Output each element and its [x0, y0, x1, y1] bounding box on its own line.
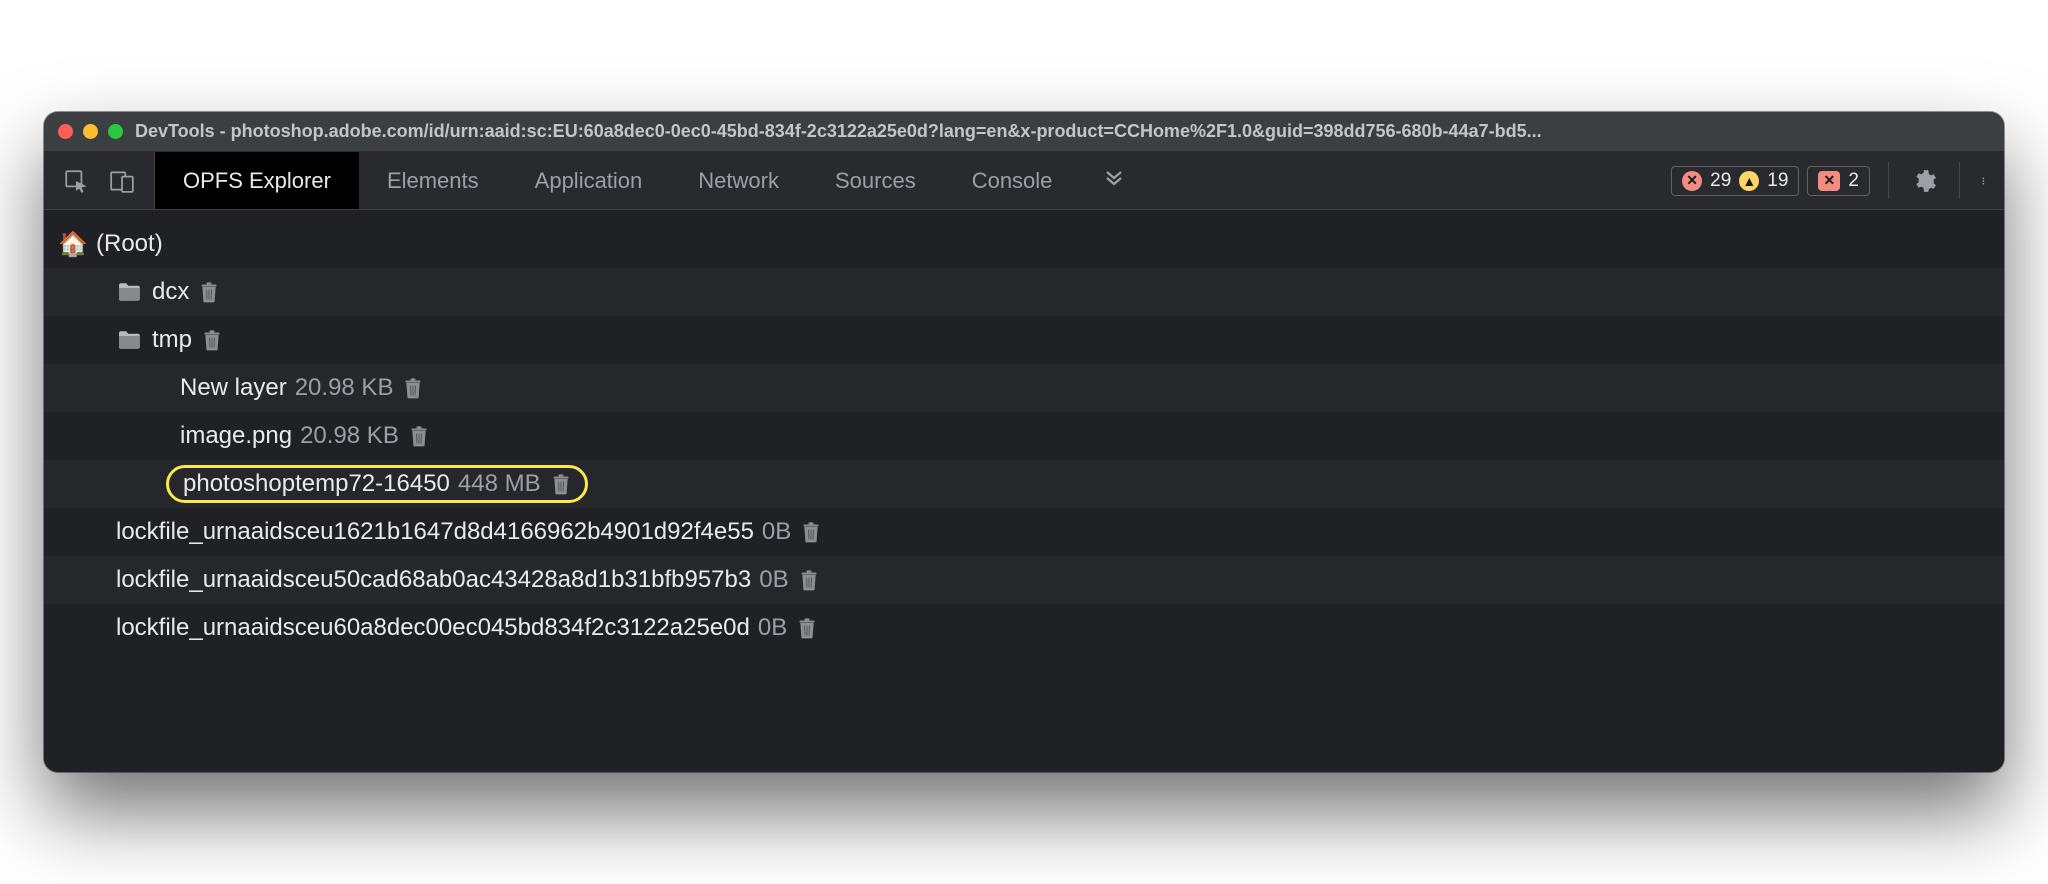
tab-elements[interactable]: Elements	[359, 152, 507, 209]
minimize-window-button[interactable]	[83, 124, 98, 139]
delete-button[interactable]	[199, 281, 219, 303]
window-controls	[58, 124, 123, 139]
tree-item-size: 0B	[758, 614, 787, 642]
delete-button[interactable]	[403, 377, 423, 399]
device-toolbar-icon[interactable]	[108, 167, 136, 195]
status-indicators: ✕ 29 ▲ 19 ✕ 2	[1661, 152, 1880, 209]
tab-label: Elements	[387, 168, 479, 194]
tab-application[interactable]: Application	[507, 152, 671, 209]
tree-item-name: New layer	[180, 374, 287, 402]
tab-network[interactable]: Network	[670, 152, 807, 209]
devtools-toolbar: OPFS Explorer Elements Application Netwo…	[44, 152, 2004, 210]
highlighted-item: photoshoptemp72-16450 448 MB	[166, 465, 588, 503]
tree-item-size: 20.98 KB	[295, 374, 394, 402]
tab-sources[interactable]: Sources	[807, 152, 944, 209]
opfs-tree: 🏠 (Root) dcxtmpNew layer20.98 KBimage.pn…	[44, 210, 2004, 772]
settings-button[interactable]	[1897, 152, 1951, 209]
errors-warnings-pill[interactable]: ✕ 29 ▲ 19	[1671, 166, 1799, 196]
tree-item-size: 0B	[762, 518, 791, 546]
tab-label: OPFS Explorer	[183, 168, 331, 194]
issues-icon: ✕	[1818, 171, 1840, 191]
tree-row[interactable]: New layer 20.98 KB	[44, 364, 2004, 412]
titlebar: DevTools - photoshop.adobe.com/id/urn:aa…	[44, 112, 2004, 152]
delete-button[interactable]	[799, 569, 819, 591]
tree-item-size: 0B	[759, 566, 788, 594]
more-options-button[interactable]	[1968, 152, 2004, 209]
delete-button[interactable]	[202, 329, 222, 351]
tree-item-name: dcx	[152, 278, 189, 306]
issues-count: 2	[1848, 170, 1859, 192]
tree-item-size: 448 MB	[458, 470, 541, 498]
tab-label: Application	[535, 168, 643, 194]
tree-item-name: lockfile_urnaaidsceu1621b1647d8d4166962b…	[116, 518, 754, 546]
delete-button[interactable]	[797, 617, 817, 639]
tree-item-name: photoshoptemp72-16450	[183, 470, 450, 498]
toolbar-divider	[1959, 162, 1960, 199]
warning-icon: ▲	[1739, 171, 1759, 191]
error-icon: ✕	[1682, 171, 1702, 191]
toolbar-divider	[1888, 162, 1889, 199]
tree-root[interactable]: 🏠 (Root)	[44, 220, 2004, 268]
tree-row[interactable]: tmp	[44, 316, 2004, 364]
folder-icon	[116, 330, 142, 350]
tree-row[interactable]: lockfile_urnaaidsceu1621b1647d8d4166962b…	[44, 508, 2004, 556]
delete-button[interactable]	[801, 521, 821, 543]
home-icon: 🏠	[60, 230, 86, 259]
tab-label: Console	[972, 168, 1053, 194]
tab-opfs-explorer[interactable]: OPFS Explorer	[155, 152, 359, 209]
devtools-window: DevTools - photoshop.adobe.com/id/urn:aa…	[44, 112, 2004, 772]
tree-root-label: (Root)	[96, 230, 163, 258]
folder-icon	[116, 282, 142, 302]
tree-item-name: tmp	[152, 326, 192, 354]
tree-item-name: lockfile_urnaaidsceu50cad68ab0ac43428a8d…	[116, 566, 751, 594]
tab-label: Sources	[835, 168, 916, 194]
inspect-element-icon[interactable]	[62, 167, 90, 195]
more-tabs-button[interactable]	[1080, 152, 1148, 209]
tree-row[interactable]: lockfile_urnaaidsceu60a8dec00ec045bd834f…	[44, 604, 2004, 652]
panel-tabs: OPFS Explorer Elements Application Netwo…	[155, 152, 1148, 209]
tree-row[interactable]: image.png 20.98 KB	[44, 412, 2004, 460]
tree-item-size: 20.98 KB	[300, 422, 399, 450]
issues-pill[interactable]: ✕ 2	[1807, 166, 1870, 196]
maximize-window-button[interactable]	[108, 124, 123, 139]
delete-button[interactable]	[409, 425, 429, 447]
tree-row[interactable]: dcx	[44, 268, 2004, 316]
tree-row[interactable]: lockfile_urnaaidsceu50cad68ab0ac43428a8d…	[44, 556, 2004, 604]
tree-item-name: image.png	[180, 422, 292, 450]
toolbar-left-icons	[44, 152, 155, 209]
tab-label: Network	[698, 168, 779, 194]
close-window-button[interactable]	[58, 124, 73, 139]
tree-item-name: lockfile_urnaaidsceu60a8dec00ec045bd834f…	[116, 614, 750, 642]
tree-row[interactable]: photoshoptemp72-16450 448 MB	[44, 460, 2004, 508]
window-title: DevTools - photoshop.adobe.com/id/urn:aa…	[135, 121, 1990, 142]
error-count: 29	[1710, 170, 1731, 192]
warning-count: 19	[1767, 170, 1788, 192]
delete-button[interactable]	[551, 473, 571, 495]
tab-console[interactable]: Console	[944, 152, 1081, 209]
